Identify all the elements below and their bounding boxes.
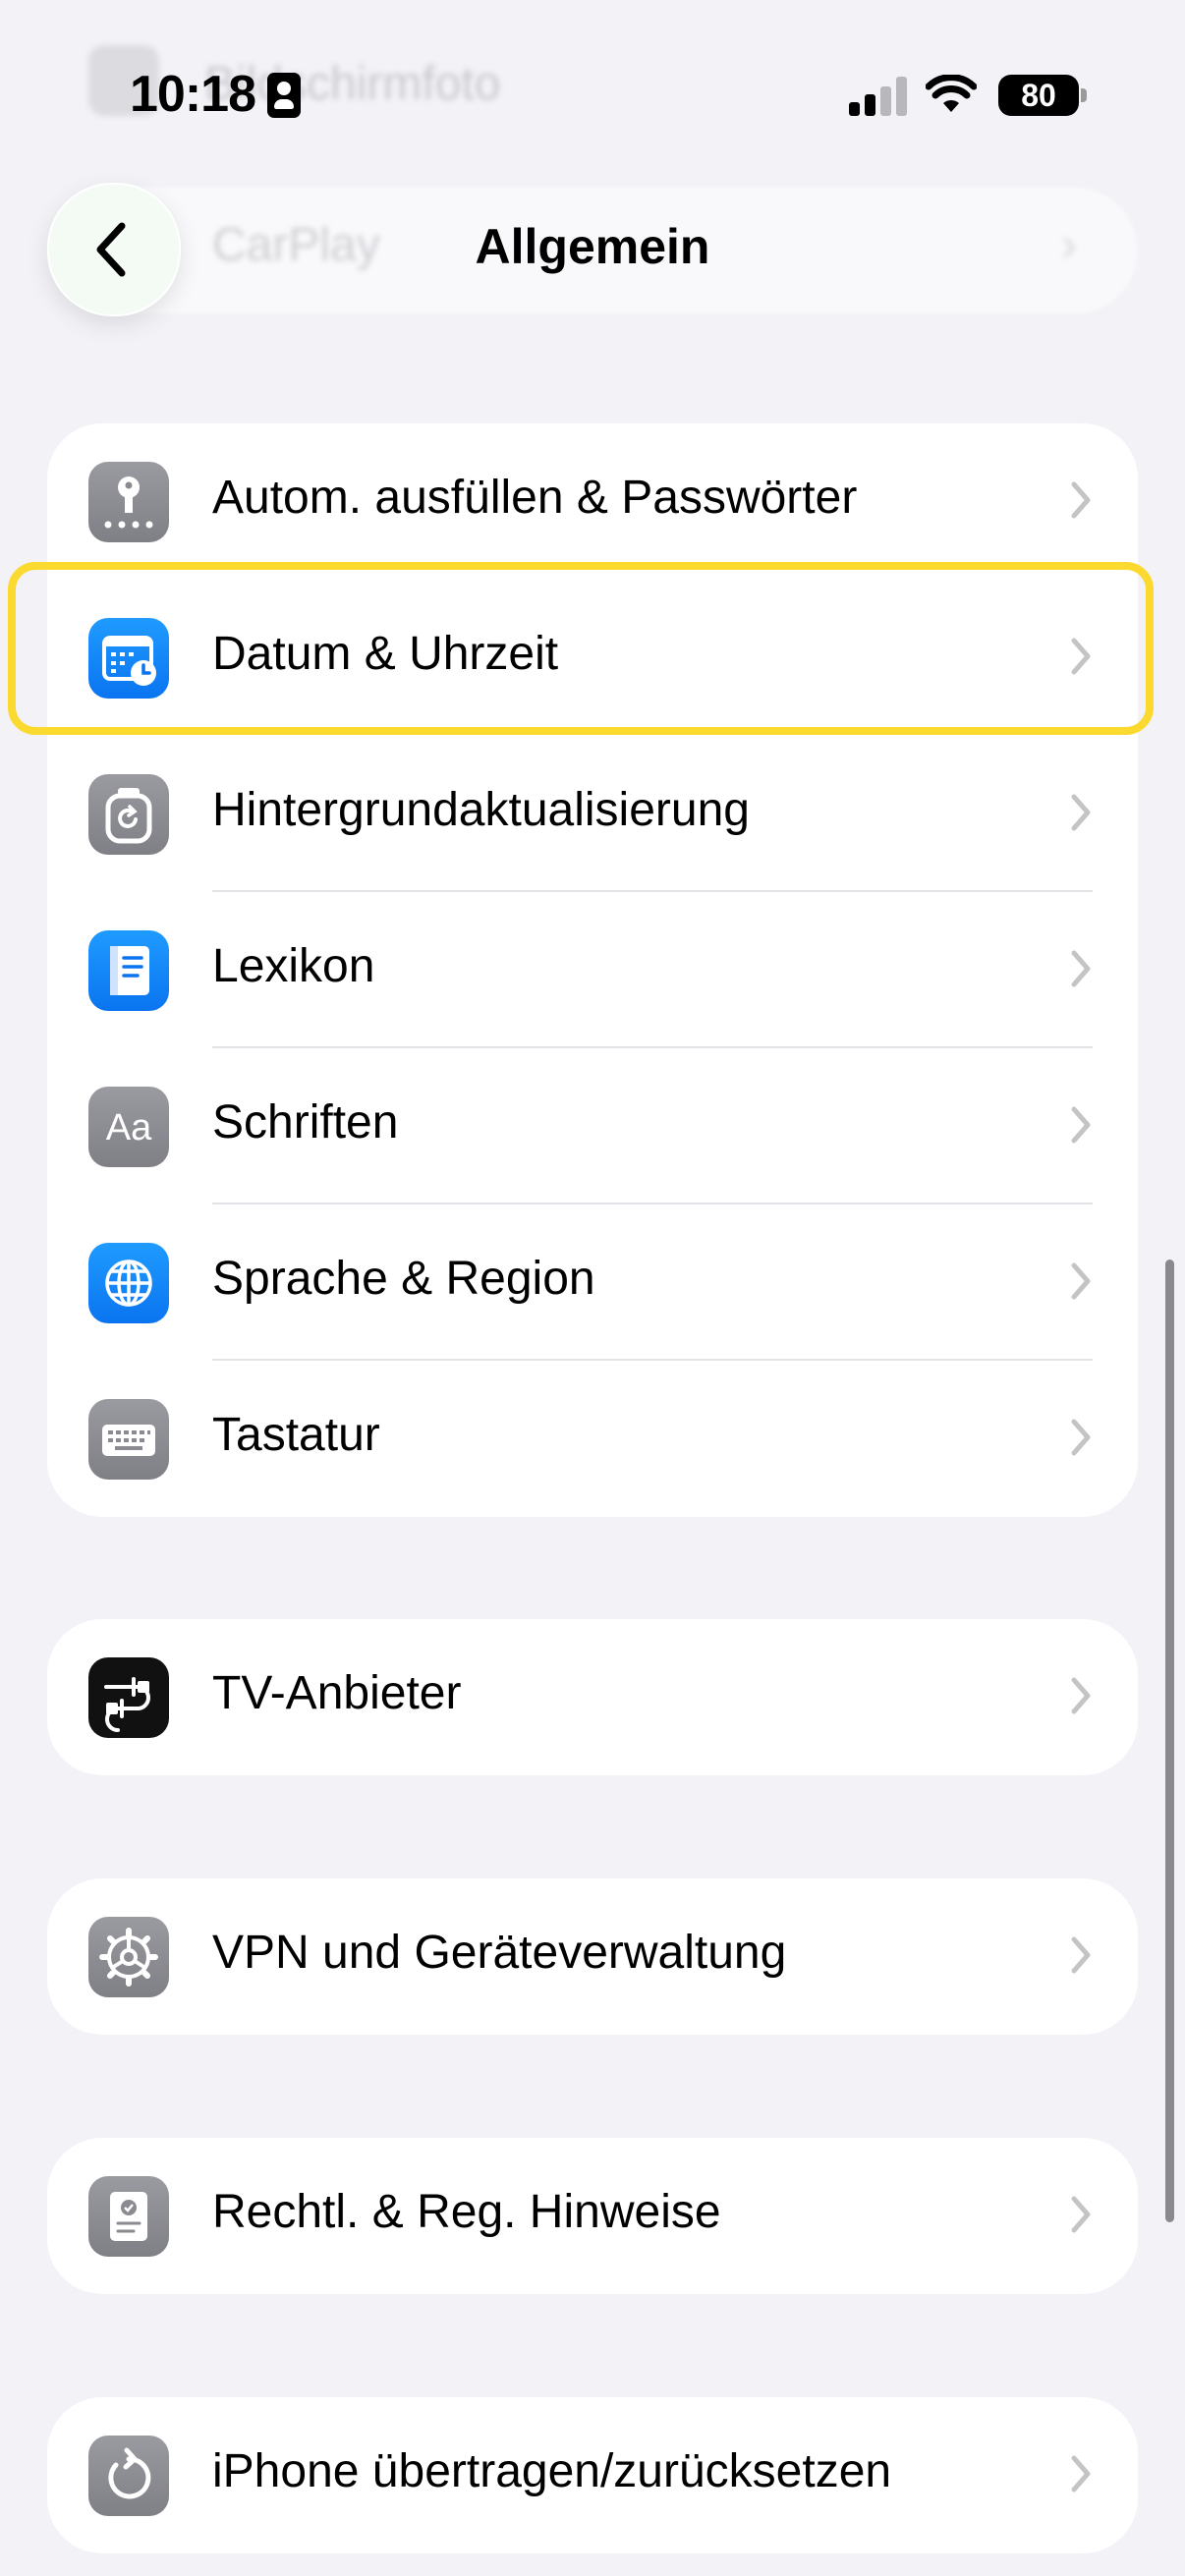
fonts-icon: Aa [88,1087,169,1167]
row-label: iPhone übertragen/zurücksetzen [212,2445,892,2497]
row-label: Rechtl. & Reg. Hinweise [212,2186,721,2238]
globe-icon [88,1243,169,1323]
row-legal-regulatory[interactable]: Rechtl. & Reg. Hinweise [47,2138,1138,2294]
book-icon [88,930,169,1011]
row-label: Autom. ausfüllen & Passwörter [212,472,858,524]
row-dictionary[interactable]: Lexikon [47,892,1138,1048]
keyboard-icon [88,1399,169,1480]
background-refresh-icon [88,774,169,855]
row-fonts[interactable]: Aa Schriften [47,1048,1138,1204]
chevron-right-icon [1071,1677,1091,1714]
chevron-right-icon [1071,1262,1091,1300]
focus-person-icon [267,73,301,118]
row-tv-provider[interactable]: TV-Anbieter [47,1619,1138,1775]
chevron-right-icon [1071,950,1091,987]
reset-icon [88,2436,169,2516]
settings-group-transfer-reset: iPhone übertragen/zurücksetzen [47,2397,1138,2553]
key-icon [88,462,169,542]
row-background-refresh[interactable]: Hintergrundaktualisierung [47,736,1138,892]
row-label: TV-Anbieter [212,1667,462,1719]
tv-provider-icon [88,1657,169,1738]
row-label: Hintergrundaktualisierung [212,784,750,836]
row-label: Sprache & Region [212,1253,595,1305]
settings-group-vpn: VPN und Geräteverwaltung [47,1878,1138,2035]
wifi-icon [926,75,977,112]
row-label: VPN und Geräteverwaltung [212,1927,787,1979]
chevron-right-icon [1071,794,1091,831]
chevron-right-icon [1071,1936,1091,1974]
highlight-box [8,562,1154,735]
scroll-indicator[interactable] [1165,1260,1174,2222]
chevron-right-icon [1071,481,1091,519]
row-label: Tastatur [212,1409,380,1461]
status-bar: Bildschirmfoto 10:18 80 [0,0,1185,187]
certificate-icon [88,2176,169,2257]
row-vpn-device-management[interactable]: VPN und Geräteverwaltung [47,1878,1138,2035]
settings-group-tv: TV-Anbieter [47,1619,1138,1775]
battery-cap [1081,88,1087,102]
cellular-signal-icon [849,77,908,116]
row-label: Schriften [212,1096,399,1148]
chevron-right-icon [1071,1106,1091,1144]
row-autofill-passwords[interactable]: Autom. ausfüllen & Passwörter [47,423,1138,580]
gear-icon [88,1917,169,1997]
svg-text:Aa: Aa [106,1107,152,1148]
row-label: Lexikon [212,940,375,992]
row-language-region[interactable]: Sprache & Region [47,1204,1138,1361]
page-title: Allgemein [475,219,710,274]
chevron-right-icon [1071,2196,1091,2233]
chevron-right-icon [1071,2455,1091,2492]
row-transfer-reset[interactable]: iPhone übertragen/zurücksetzen [47,2397,1138,2553]
settings-group-legal: Rechtl. & Reg. Hinweise [47,2138,1138,2294]
battery-icon: 80 [998,75,1079,116]
chevron-right-icon [1071,1419,1091,1456]
status-time: 10:18 [130,66,256,123]
row-keyboard[interactable]: Tastatur [47,1361,1138,1517]
